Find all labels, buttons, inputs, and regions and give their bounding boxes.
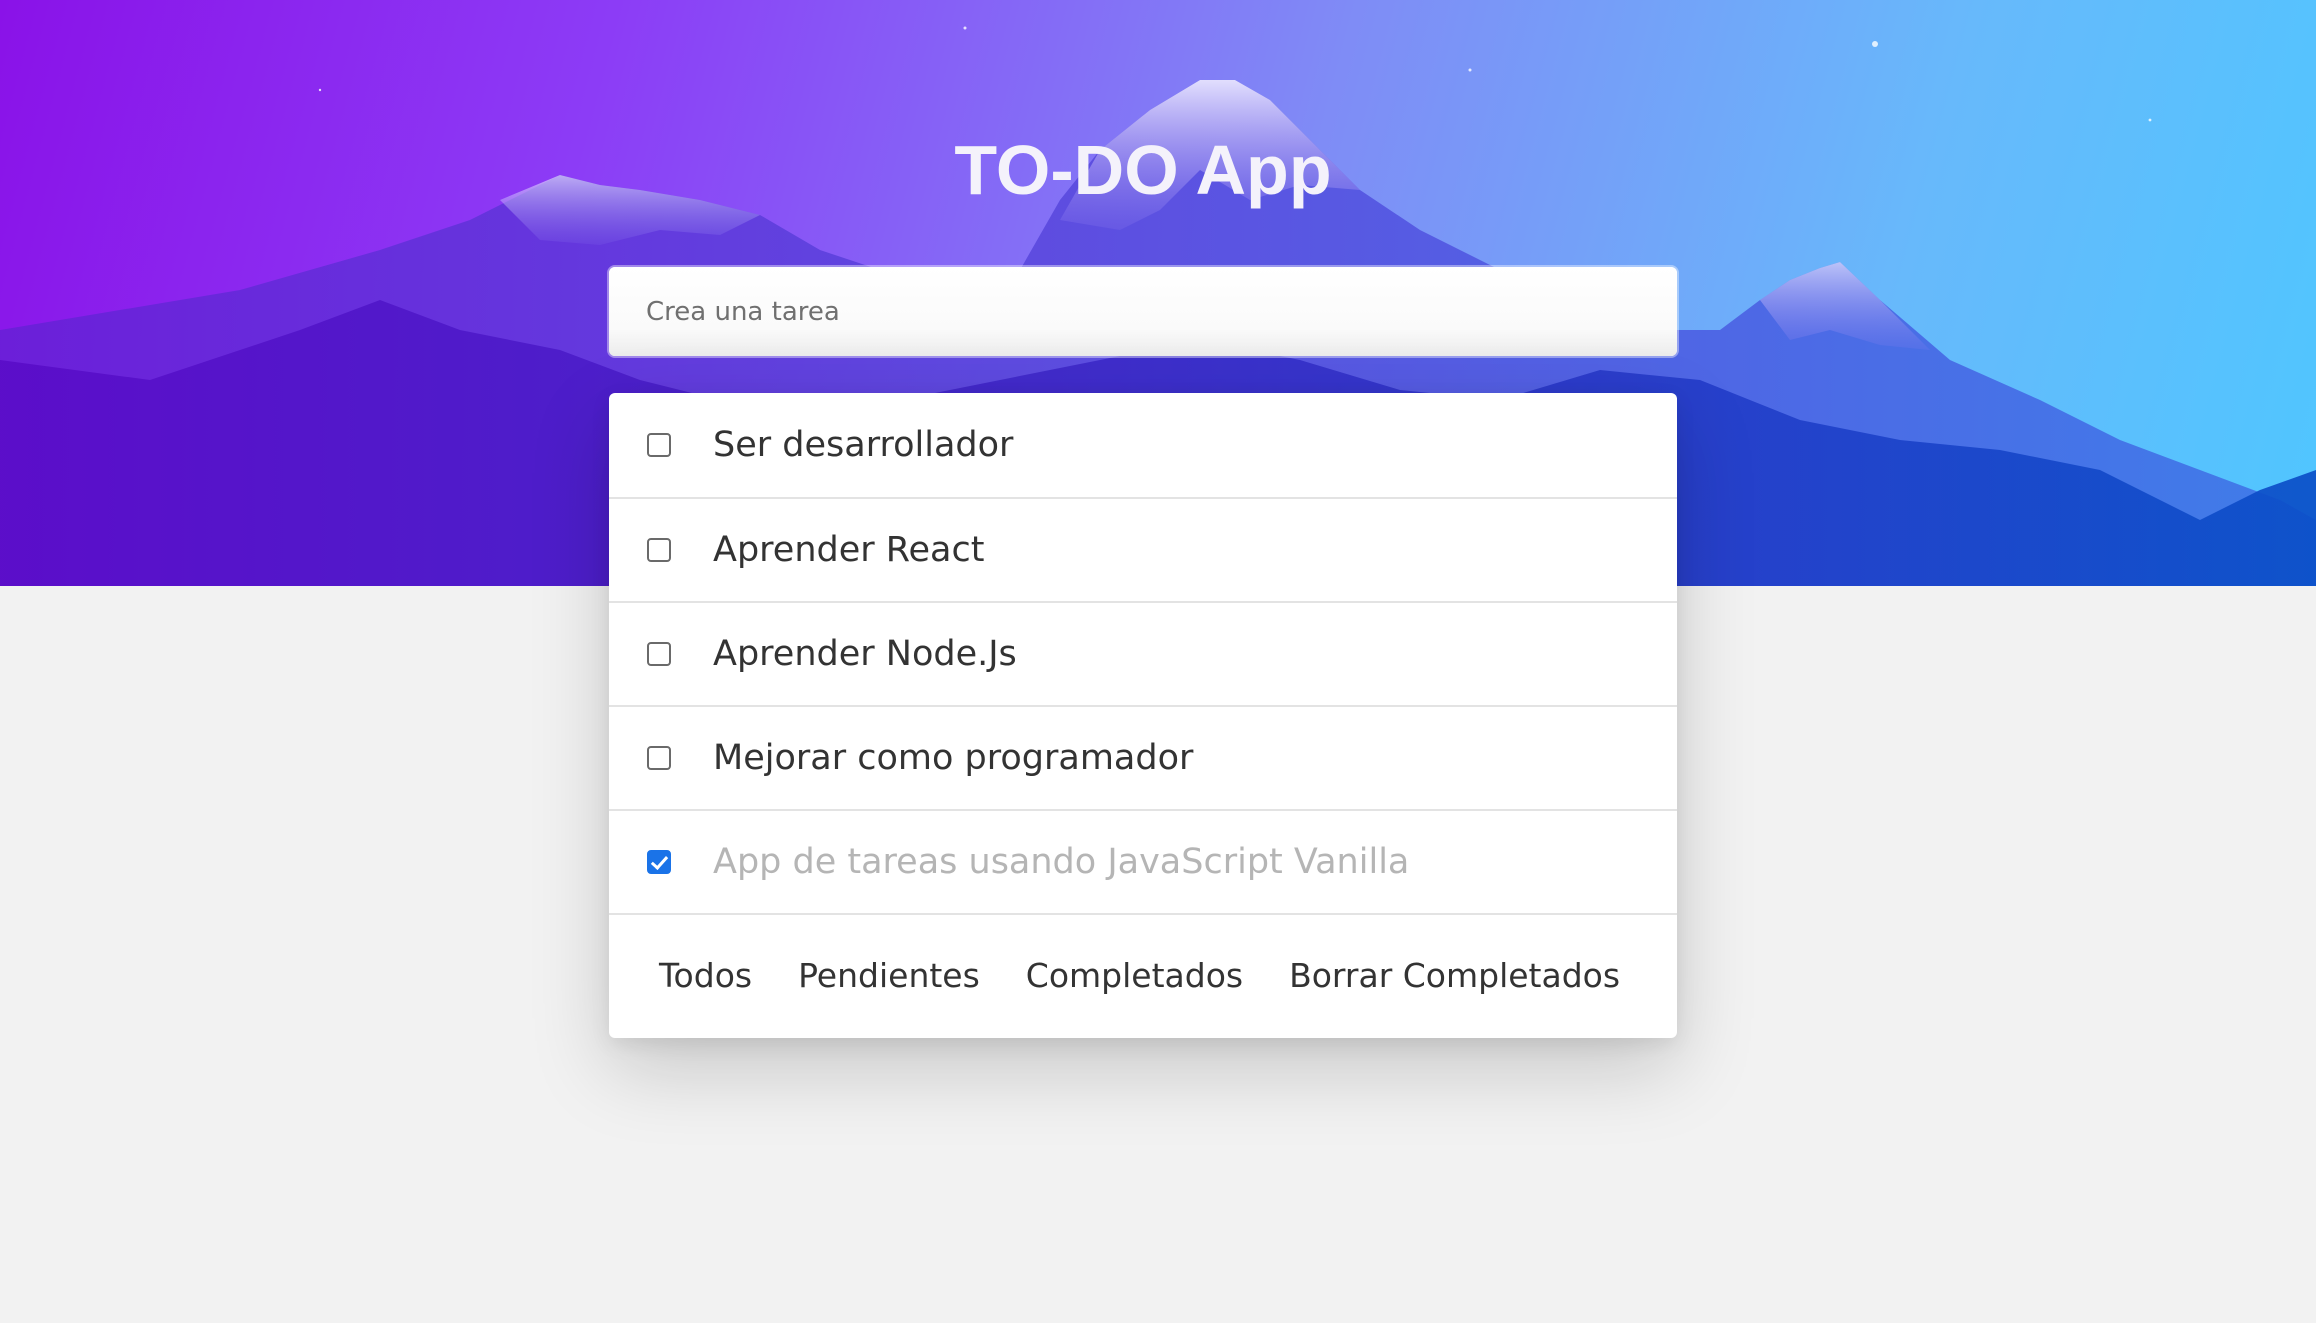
filter-completed-button[interactable]: Completados bbox=[1026, 956, 1243, 995]
todo-item[interactable]: App de tareas usando JavaScript Vanilla bbox=[609, 811, 1677, 915]
todo-checkbox[interactable] bbox=[647, 746, 671, 770]
clear-completed-button[interactable]: Borrar Completados bbox=[1289, 956, 1620, 995]
filter-pending-button[interactable]: Pendientes bbox=[798, 956, 980, 995]
todo-label: Aprender Node.Js bbox=[713, 634, 1017, 674]
todo-label: Ser desarrollador bbox=[713, 425, 1014, 465]
todo-checkbox[interactable] bbox=[647, 642, 671, 666]
todo-item[interactable]: Mejorar como programador bbox=[609, 707, 1677, 811]
todo-item[interactable]: Ser desarrollador bbox=[609, 393, 1677, 499]
todo-label: Mejorar como programador bbox=[713, 738, 1194, 778]
new-task-input[interactable] bbox=[609, 267, 1677, 356]
todo-checkbox[interactable] bbox=[647, 538, 671, 562]
filter-bar: Todos Pendientes Completados Borrar Comp… bbox=[609, 915, 1677, 1035]
todo-label: Aprender React bbox=[713, 530, 985, 570]
todo-checkbox[interactable] bbox=[647, 433, 671, 457]
todo-list: Ser desarrollador Aprender React Aprende… bbox=[609, 393, 1677, 1038]
todo-item[interactable]: Aprender React bbox=[609, 499, 1677, 603]
app-page: TO-DO App Ser desarrollador Aprender Rea… bbox=[0, 0, 2316, 1323]
todo-checkbox-checked[interactable] bbox=[647, 850, 671, 874]
new-task-field bbox=[609, 267, 1677, 356]
todo-item[interactable]: Aprender Node.Js bbox=[609, 603, 1677, 707]
todo-label-completed: App de tareas usando JavaScript Vanilla bbox=[713, 842, 1410, 882]
page-title: TO-DO App bbox=[954, 131, 1332, 209]
filter-all-button[interactable]: Todos bbox=[659, 956, 752, 995]
